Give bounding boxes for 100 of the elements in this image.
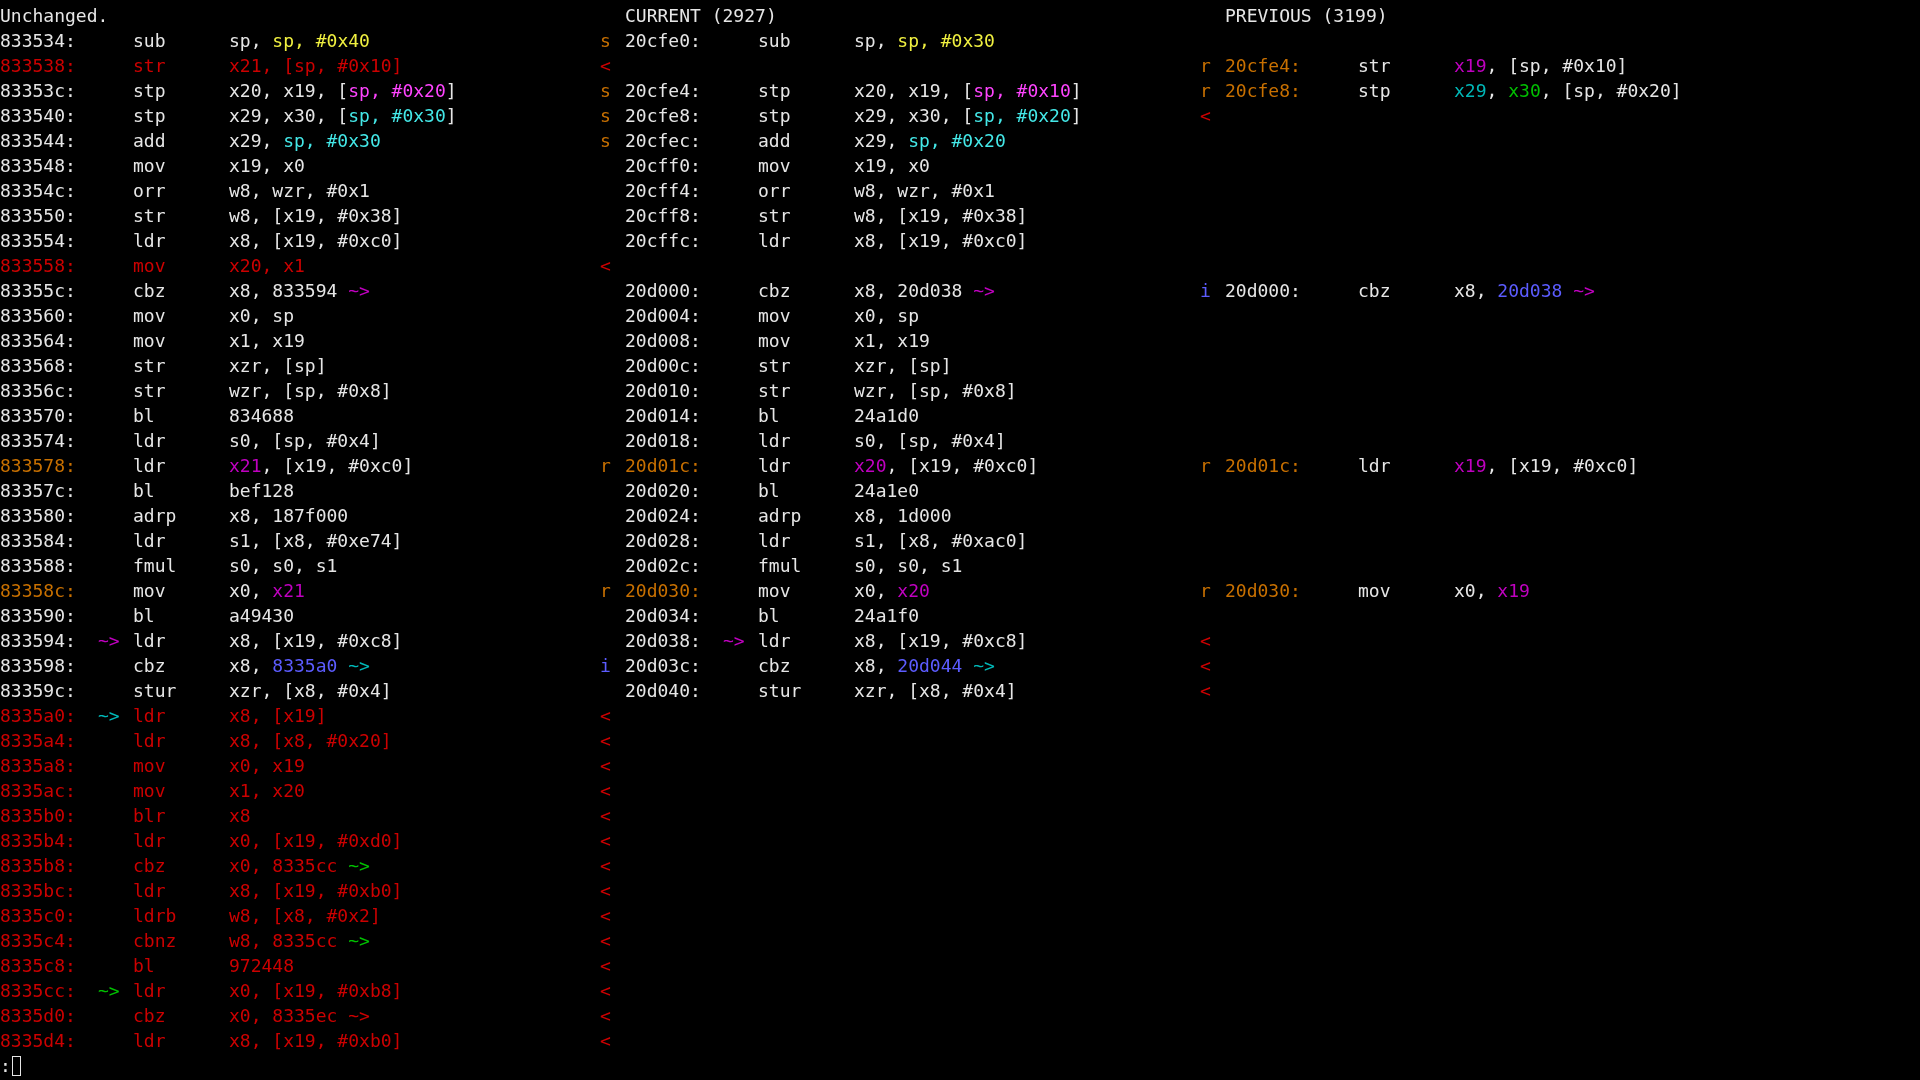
instruction-address: 20d000: [1225, 280, 1301, 301]
instruction-address: 833570: [0, 405, 76, 426]
operands: s0, [sp, #0x4] [854, 429, 1006, 453]
mnemonic: mov [133, 255, 166, 276]
instruction-address: 20d01c: [1225, 455, 1301, 476]
mnemonic: mov [758, 580, 791, 601]
instruction-address: 20d040: [625, 680, 701, 701]
operands: x21, [sp, #0x10] [229, 54, 403, 78]
diff-marker: < [600, 955, 611, 976]
operands: x8, 187f000 [229, 504, 349, 528]
mnemonic: bl [758, 405, 780, 426]
instruction-address: 833568: [0, 355, 76, 376]
pane-header: CURRENT (2927) [625, 4, 777, 28]
instruction-address: 833540: [0, 105, 76, 126]
mnemonic: stur [133, 680, 177, 701]
instruction-address: 20cfe4: [1225, 55, 1301, 76]
mnemonic: mov [133, 305, 166, 326]
operands: x8, 20d044 ~> [854, 654, 995, 678]
mnemonic: bl [133, 405, 155, 426]
diff-marker: < [600, 930, 611, 951]
mnemonic: ldr [133, 430, 166, 451]
diff-marker: < [600, 730, 611, 751]
instruction-address: 20d01c: [625, 455, 701, 476]
pane-header: PREVIOUS (3199) [1225, 4, 1388, 28]
instruction-address: 20cfe0: [625, 30, 701, 51]
instruction-address: 20cff4: [625, 180, 701, 201]
mnemonic: mov [758, 305, 791, 326]
diff-marker: < [600, 705, 611, 726]
operands: w8, [x8, #0x2] [229, 904, 381, 928]
mnemonic: cbz [758, 655, 791, 676]
instruction-address: 20d018: [625, 430, 701, 451]
mnemonic: cbz [133, 655, 166, 676]
mnemonic: mov [133, 155, 166, 176]
instruction-address: 833538: [0, 55, 76, 76]
operands: 834688 [229, 404, 295, 428]
operands: x20, x19, [sp, #0x20] [229, 79, 457, 103]
mnemonic: ldr [133, 880, 166, 901]
diff-marker: < [600, 855, 611, 876]
operands: x8, [x8, #0x20] [229, 729, 392, 753]
mnemonic: sub [758, 30, 791, 51]
instruction-address: 20cfec: [625, 130, 701, 151]
operands: s1, [x8, #0xac0] [854, 529, 1028, 553]
operands: x8, [x19, #0xc0] [854, 229, 1028, 253]
mnemonic: orr [133, 180, 166, 201]
mnemonic: ldr [133, 230, 166, 251]
operands: s0, s0, s1 [229, 554, 338, 578]
instruction-address: 20d004: [625, 305, 701, 326]
operands: x0, x19 [1454, 579, 1530, 603]
operands: x0, [x19, #0xd0] [229, 829, 403, 853]
mnemonic: cbz [1358, 280, 1391, 301]
operands: x20, [x19, #0xc0] [854, 454, 1039, 478]
mnemonic: blr [133, 805, 166, 826]
diff-marker: < [600, 55, 611, 76]
operands: x29, sp, #0x30 [229, 129, 381, 153]
instruction-address: 833584: [0, 530, 76, 551]
instruction-address: 833544: [0, 130, 76, 151]
mnemonic: mov [758, 330, 791, 351]
mnemonic: ldr [133, 730, 166, 751]
operands: x19, x0 [854, 154, 930, 178]
mnemonic: bl [758, 605, 780, 626]
operands: x21, [x19, #0xc0] [229, 454, 414, 478]
instruction-address: 833548: [0, 155, 76, 176]
operands: x8, [x19, #0xc8] [229, 629, 403, 653]
diff-marker: < [600, 805, 611, 826]
operands: x29, x30, [sp, #0x20] [1454, 79, 1682, 103]
operands: xzr, [x8, #0x4] [229, 679, 392, 703]
operands: x19, [x19, #0xc0] [1454, 454, 1639, 478]
mnemonic: mov [133, 330, 166, 351]
instruction-address: 20d028: [625, 530, 701, 551]
mnemonic: sub [133, 30, 166, 51]
instruction-address: 83356c: [0, 380, 76, 401]
instruction-address: 8335cc: [0, 980, 76, 1001]
operands: w8, [x19, #0x38] [854, 204, 1028, 228]
diff-marker: < [1200, 105, 1211, 126]
operands: s0, s0, s1 [854, 554, 963, 578]
operands: w8, wzr, #0x1 [854, 179, 995, 203]
operands: x20, x1 [229, 254, 305, 278]
operands: 972448 [229, 954, 295, 978]
instruction-address: 83359c: [0, 680, 76, 701]
mnemonic: ldr [1358, 455, 1391, 476]
mnemonic: stur [758, 680, 802, 701]
pane-header: Unchanged. [0, 4, 109, 28]
instruction-address: 20d014: [625, 405, 701, 426]
text-cursor [11, 1055, 21, 1076]
operands: 24a1d0 [854, 404, 920, 428]
operands: x1, x19 [854, 329, 930, 353]
instruction-address: 833578: [0, 455, 76, 476]
diff-marker: < [600, 255, 611, 276]
instruction-address: 8335a4: [0, 730, 76, 751]
instruction-address: 20d000: [625, 280, 701, 301]
mnemonic: cbnz [133, 930, 177, 951]
instruction-address: 83353c: [0, 80, 76, 101]
operands: a49430 [229, 604, 295, 628]
operands: x0, sp [854, 304, 920, 328]
instruction-address: 20d030: [1225, 580, 1301, 601]
diff-marker: s [600, 80, 611, 101]
operands: x8, 20d038 ~> [1454, 279, 1595, 303]
mnemonic: str [133, 355, 166, 376]
mnemonic: stp [1358, 80, 1391, 101]
operands: w8, wzr, #0x1 [229, 179, 370, 203]
